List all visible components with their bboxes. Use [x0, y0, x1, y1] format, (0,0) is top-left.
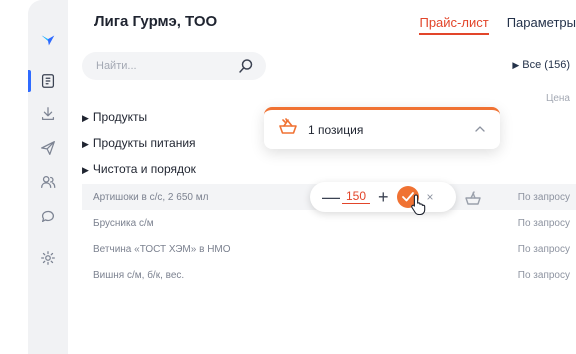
- item-name: Вишня с/м, б/к, вес.: [93, 269, 185, 281]
- logo-icon[interactable]: [36, 28, 60, 52]
- tab-settings[interactable]: Параметры: [507, 15, 576, 35]
- basket-icon: [278, 118, 298, 141]
- price-column-header: Цена: [545, 93, 570, 104]
- price-list-icon[interactable]: [36, 69, 60, 93]
- category-label: Продукты: [92, 110, 148, 124]
- table-row[interactable]: Брусника с/м По запросу: [82, 210, 576, 236]
- search-box: [82, 52, 266, 80]
- chevron-up-icon[interactable]: [474, 122, 486, 140]
- increment-button[interactable]: +: [378, 188, 389, 206]
- item-price: По запросу: [517, 217, 570, 229]
- send-icon[interactable]: [36, 136, 60, 160]
- category-item[interactable]: ▶ Продукты: [82, 110, 147, 124]
- category-label: Продукты питания: [92, 136, 196, 150]
- category-label: Чистота и порядок: [92, 162, 196, 176]
- tab-bar: Прайс-лист Параметры: [419, 15, 576, 35]
- chat-icon[interactable]: [36, 204, 60, 228]
- tab-price-list[interactable]: Прайс-лист: [419, 15, 489, 35]
- table-row[interactable]: Вишня с/м, б/к, вес. По запросу: [82, 262, 576, 288]
- cart-popup[interactable]: 1 позиция: [264, 107, 500, 149]
- all-filter[interactable]: ▶ Все (156): [512, 59, 570, 71]
- page-title: Лига Гурмэ, ТОО: [94, 13, 218, 30]
- download-icon[interactable]: [36, 102, 60, 126]
- decrement-button[interactable]: —: [322, 188, 340, 206]
- item-price: По запросу: [517, 269, 570, 281]
- caret-right-icon: ▶: [82, 165, 89, 175]
- caret-right-icon: ▶: [512, 60, 520, 70]
- hand-cursor-icon: [410, 193, 428, 220]
- caret-right-icon: ▶: [82, 139, 89, 149]
- category-item[interactable]: ▶ Продукты питания: [82, 136, 196, 150]
- item-price: По запросу: [517, 191, 570, 203]
- cart-icon[interactable]: [463, 189, 483, 214]
- active-indicator: [28, 70, 31, 92]
- caret-right-icon: ▶: [82, 113, 89, 123]
- item-name: Артишоки в с/с, 2 650 мл: [93, 191, 209, 203]
- item-name: Брусника с/м: [93, 217, 154, 229]
- item-name: Ветчина «ТОСТ ХЭМ» в НМО: [93, 243, 231, 255]
- settings-icon[interactable]: [36, 246, 60, 270]
- sidebar: [28, 0, 68, 354]
- item-price: По запросу: [517, 243, 570, 255]
- quantity-input[interactable]: 150: [342, 190, 370, 204]
- category-item[interactable]: ▶ Чистота и порядок: [82, 162, 196, 176]
- search-input[interactable]: [96, 60, 236, 72]
- all-filter-label: Все (156): [522, 59, 570, 71]
- search-icon[interactable]: [238, 58, 254, 79]
- table-row[interactable]: Ветчина «ТОСТ ХЭМ» в НМО По запросу: [82, 236, 576, 262]
- users-icon[interactable]: [36, 170, 60, 194]
- quantity-stepper: — 150 + ×: [310, 182, 456, 212]
- cart-popup-text: 1 позиция: [308, 122, 364, 137]
